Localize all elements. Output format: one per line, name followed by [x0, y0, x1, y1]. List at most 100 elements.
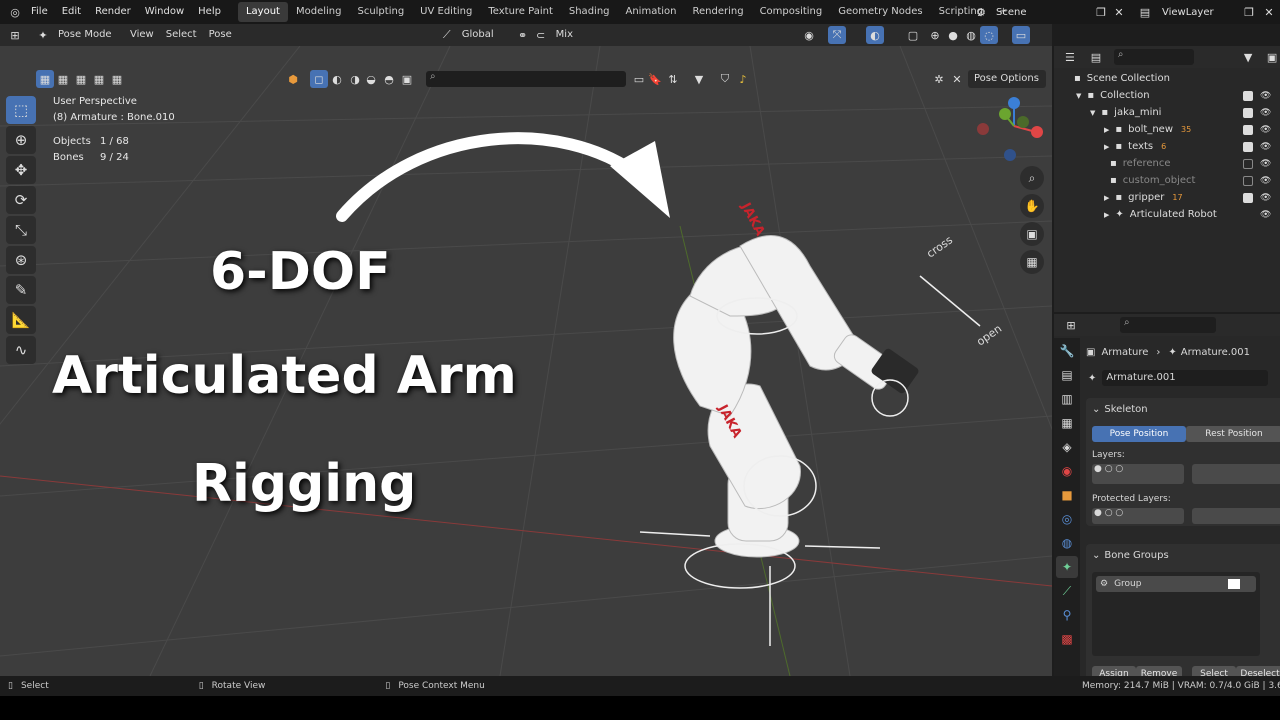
- scene-name[interactable]: Scene: [996, 7, 1027, 18]
- deselect-button[interactable]: Deselect: [1236, 666, 1280, 676]
- select-box-tool-icon[interactable]: ⬚: [6, 96, 36, 124]
- 3d-viewport[interactable]: cross open JAKA JAKA User Perspective (8…: [0, 46, 1052, 676]
- menu-help[interactable]: Help: [191, 0, 228, 24]
- select-mode-new-icon[interactable]: ▦: [36, 70, 54, 88]
- expand-arrow-icon[interactable]: ▼: [1076, 92, 1081, 100]
- properties-search-input[interactable]: ⌕: [1120, 317, 1216, 333]
- transform-tool-icon[interactable]: ⊛: [6, 246, 36, 274]
- viewlayer-icon[interactable]: ▤: [1136, 3, 1154, 21]
- outliner-row[interactable]: ▪ reference 👁: [1054, 155, 1280, 172]
- expand-arrow-icon[interactable]: ▶: [1104, 126, 1109, 134]
- armature-data-tab-icon[interactable]: ✦: [1056, 556, 1078, 578]
- editor-type-icon[interactable]: ⊞: [6, 26, 24, 44]
- bone-tab-icon[interactable]: ⟋: [1056, 580, 1078, 602]
- tab-compositing[interactable]: Compositing: [752, 2, 831, 22]
- outliner-row[interactable]: ▪ custom_object 👁: [1054, 172, 1280, 189]
- select-mode-intersect-icon[interactable]: ▦: [108, 70, 126, 88]
- bone-constraint-tab-icon[interactable]: ⚲: [1056, 604, 1078, 626]
- exclude-checkbox[interactable]: [1243, 141, 1253, 152]
- bell-icon[interactable]: ♪: [734, 70, 752, 88]
- cursor-tool-icon[interactable]: ⊕: [6, 126, 36, 154]
- properties-editor-icon[interactable]: ⊞: [1062, 316, 1080, 334]
- eye-icon[interactable]: 👁: [1260, 108, 1271, 118]
- eye-icon[interactable]: 👁: [1260, 125, 1271, 135]
- chevron-down-icon[interactable]: ⌄: [1092, 404, 1100, 415]
- scene-collection-row[interactable]: ▪ Scene Collection: [1054, 70, 1280, 87]
- pose-relax-tool-icon[interactable]: ∿: [6, 336, 36, 364]
- menu-select[interactable]: Select: [160, 26, 203, 44]
- tab-uv-editing[interactable]: UV Editing: [412, 2, 480, 22]
- bone-groups-header[interactable]: Bone Groups: [1104, 550, 1168, 561]
- xray-icon[interactable]: ▢: [904, 26, 922, 44]
- view-layer-tab-icon[interactable]: ▦: [1056, 412, 1078, 434]
- shield-icon[interactable]: ⛉: [716, 70, 734, 88]
- navigation-gizmo[interactable]: [970, 94, 1052, 174]
- layers-grid[interactable]: ● ○ ○: [1092, 464, 1184, 484]
- exclude-checkbox[interactable]: [1243, 90, 1253, 101]
- snap-icon[interactable]: ⊂: [532, 26, 550, 44]
- zoom-icon[interactable]: ⌕: [1020, 166, 1044, 190]
- object-tab-icon[interactable]: ■: [1056, 484, 1078, 506]
- grid-perspective-icon[interactable]: ▦: [1020, 250, 1044, 274]
- menu-pose[interactable]: Pose: [203, 26, 238, 44]
- tab-sculpting[interactable]: Sculpting: [349, 2, 412, 22]
- eye-icon[interactable]: 👁: [1260, 91, 1271, 101]
- delete-scene-icon[interactable]: ✕: [1110, 3, 1128, 21]
- snap-mode-dropdown[interactable]: Mix: [550, 26, 579, 44]
- mode-dropdown[interactable]: Pose Mode: [52, 26, 124, 44]
- annotate-tool-icon[interactable]: ✎: [6, 276, 36, 304]
- outliner-row[interactable]: ▶ ▪ texts 6 👁: [1054, 138, 1280, 155]
- exclude-checkbox[interactable]: [1243, 124, 1253, 135]
- tab-geometry-nodes[interactable]: Geometry Nodes: [830, 2, 930, 22]
- tab-rendering[interactable]: Rendering: [684, 2, 751, 22]
- eye-icon[interactable]: 👁: [1260, 193, 1271, 203]
- armature-name-field[interactable]: Armature.001: [1102, 370, 1269, 386]
- outliner-search-input[interactable]: ⌕: [1113, 49, 1195, 65]
- protected-layers-grid-2[interactable]: [1192, 508, 1280, 524]
- exclude-checkbox[interactable]: [1243, 158, 1253, 169]
- blender-logo-icon[interactable]: ◎: [6, 3, 24, 21]
- camera-icon[interactable]: ▣: [1020, 222, 1044, 246]
- exclude-checkbox[interactable]: [1243, 107, 1253, 118]
- tool-tab-icon[interactable]: 🔧: [1056, 340, 1078, 362]
- expand-arrow-icon[interactable]: ▶: [1104, 211, 1109, 219]
- new-scene-icon[interactable]: ❐: [1092, 3, 1110, 21]
- shading-solid-icon[interactable]: ●: [944, 26, 962, 44]
- rest-position-button[interactable]: Rest Position: [1186, 426, 1280, 442]
- skeleton-header[interactable]: Skeleton: [1104, 404, 1147, 415]
- protected-layers-grid[interactable]: ● ○ ○: [1092, 508, 1184, 524]
- gizmo-toggle-icon[interactable]: ⤧: [828, 26, 846, 44]
- overlay-toggle-icon[interactable]: ◐: [866, 26, 884, 44]
- bone-group-item[interactable]: ⚙ Group: [1096, 576, 1256, 592]
- texture-tab-icon[interactable]: ▩: [1056, 628, 1078, 650]
- scene-icon[interactable]: ⚙: [972, 3, 990, 21]
- filter-image-icon[interactable]: ▣: [398, 70, 416, 88]
- shading-material-icon[interactable]: ◍: [962, 26, 980, 44]
- expand-arrow-icon[interactable]: ▼: [1090, 109, 1095, 117]
- exclude-checkbox[interactable]: [1243, 192, 1253, 203]
- tab-texture-paint[interactable]: Texture Paint: [480, 2, 561, 22]
- delete-viewlayer-icon[interactable]: ✕: [1260, 3, 1278, 21]
- filter-mesh-icon[interactable]: ◻: [310, 70, 328, 88]
- layers-grid-2[interactable]: [1192, 464, 1280, 484]
- shading-wireframe-icon[interactable]: ⊕: [926, 26, 944, 44]
- menu-view[interactable]: View: [124, 26, 160, 44]
- tab-modeling[interactable]: Modeling: [288, 2, 350, 22]
- tab-animation[interactable]: Animation: [618, 2, 685, 22]
- outliner-editor-icon[interactable]: ☰: [1062, 48, 1078, 66]
- pan-hand-icon[interactable]: ✋: [1020, 194, 1044, 218]
- bone-group-list[interactable]: ⚙ Group: [1092, 572, 1260, 656]
- physics-tab-icon[interactable]: ◍: [1056, 532, 1078, 554]
- tab-layout[interactable]: Layout: [237, 2, 288, 22]
- world-tab-icon[interactable]: ◉: [1056, 460, 1078, 482]
- select-mode-subtract-icon[interactable]: ▦: [72, 70, 90, 88]
- modifier-tab-icon[interactable]: ◎: [1056, 508, 1078, 530]
- pose-position-button[interactable]: Pose Position: [1092, 426, 1186, 442]
- rotate-tool-icon[interactable]: ⟳: [6, 186, 36, 214]
- menu-window[interactable]: Window: [138, 0, 191, 24]
- filter-camera-icon[interactable]: ◓: [380, 70, 398, 88]
- filter-funnel-icon[interactable]: ▼: [690, 70, 708, 88]
- menu-edit[interactable]: Edit: [55, 0, 88, 24]
- outliner-row[interactable]: ▶ ✦ Articulated Robot 👁: [1054, 206, 1280, 223]
- select-mode-extend-icon[interactable]: ▦: [54, 70, 72, 88]
